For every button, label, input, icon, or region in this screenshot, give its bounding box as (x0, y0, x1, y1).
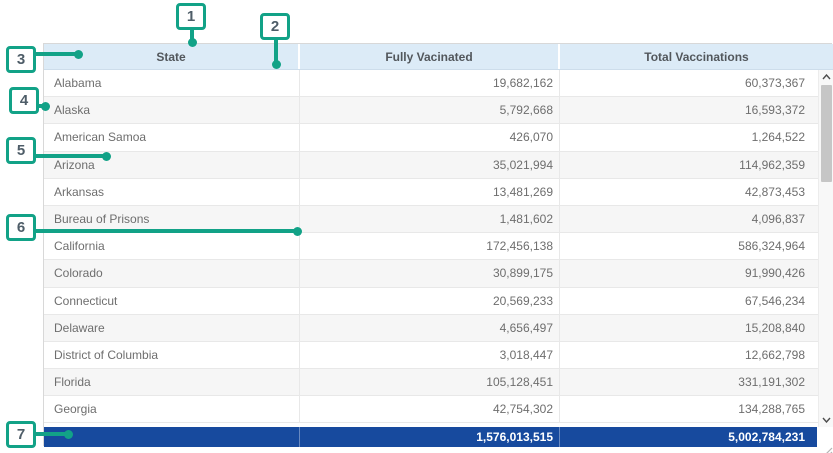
table-body: Alabama 19,682,162 60,373,367 Alaska 5,7… (44, 70, 833, 423)
table-row[interactable]: American Samoa 426,070 1,264,522 (44, 124, 833, 151)
state-cell: American Samoa (44, 124, 300, 150)
fully-vaccinated-cell: 105,128,451 (300, 369, 560, 395)
scrollbar-thumb[interactable] (821, 85, 832, 182)
table-row[interactable]: Georgia 42,754,302 134,288,765 (44, 396, 833, 423)
fully-vaccinated-cell: 35,021,994 (300, 152, 560, 178)
fully-vaccinated-cell: 42,754,302 (300, 396, 560, 422)
callout-4: 4 (9, 87, 39, 114)
fully-vaccinated-cell: 13,481,269 (300, 179, 560, 205)
resize-grip-icon[interactable] (824, 442, 833, 451)
callout-1-dot (188, 38, 197, 47)
state-cell: Arkansas (44, 179, 300, 205)
table-row[interactable]: Delaware 4,656,497 15,208,840 (44, 315, 833, 342)
table-row[interactable]: Arizona 35,021,994 114,962,359 (44, 152, 833, 179)
callout-6-dot (293, 227, 302, 236)
state-cell: Georgia (44, 396, 300, 422)
callout-2-dot (272, 60, 281, 69)
vaccination-table-screenshot: State Fully Vacinated Total Vaccinations… (0, 0, 833, 453)
total-vaccinations-cell: 16,593,372 (560, 97, 833, 123)
summary-state-cell (44, 427, 300, 447)
total-vaccinations-cell: 134,288,765 (560, 396, 833, 422)
callout-7-label: 7 (17, 426, 25, 443)
callout-3-stem (34, 52, 78, 56)
callout-2-label: 2 (271, 18, 279, 35)
state-cell: Alaska (44, 97, 300, 123)
state-cell: Connecticut (44, 288, 300, 314)
fully-vaccinated-cell: 20,569,233 (300, 288, 560, 314)
vertical-scrollbar[interactable] (818, 70, 833, 427)
state-cell: Colorado (44, 260, 300, 286)
scroll-down-button[interactable] (819, 413, 833, 427)
total-vaccinations-cell: 12,662,798 (560, 342, 833, 368)
table-header-row: State Fully Vacinated Total Vaccinations (44, 44, 833, 70)
total-vaccinations-cell: 1,264,522 (560, 124, 833, 150)
summary-total-row: 1,576,013,515 5,002,784,231 (44, 427, 817, 447)
state-cell: Alabama (44, 70, 300, 96)
state-cell: California (44, 233, 300, 259)
scroll-up-button[interactable] (819, 70, 833, 84)
table-row[interactable]: Alaska 5,792,668 16,593,372 (44, 97, 833, 124)
fully-vaccinated-cell: 1,481,602 (300, 206, 560, 232)
total-vaccinations-cell: 42,873,453 (560, 179, 833, 205)
callout-2: 2 (260, 13, 290, 40)
callout-6-stem (34, 229, 297, 233)
callout-7: 7 (6, 421, 36, 448)
table-row[interactable]: Connecticut 20,569,233 67,546,234 (44, 288, 833, 315)
total-vaccinations-cell: 114,962,359 (560, 152, 833, 178)
fully-vaccinated-cell: 19,682,162 (300, 70, 560, 96)
callout-6: 6 (6, 214, 36, 241)
chevron-up-icon (822, 74, 831, 80)
state-cell: Florida (44, 369, 300, 395)
summary-total-vaccinations-cell: 5,002,784,231 (560, 427, 817, 447)
total-vaccinations-cell: 67,546,234 (560, 288, 833, 314)
callout-5-stem (34, 154, 106, 158)
table-row[interactable]: Arkansas 13,481,269 42,873,453 (44, 179, 833, 206)
fully-vaccinated-cell: 426,070 (300, 124, 560, 150)
callout-7-dot (64, 430, 73, 439)
state-cell: District of Columbia (44, 342, 300, 368)
total-vaccinations-cell: 60,373,367 (560, 70, 833, 96)
callout-1-label: 1 (187, 8, 195, 25)
callout-4-dot (41, 102, 50, 111)
fully-vaccinated-cell: 5,792,668 (300, 97, 560, 123)
callout-5: 5 (6, 137, 36, 164)
callout-6-label: 6 (17, 219, 25, 236)
table-row[interactable]: District of Columbia 3,018,447 12,662,79… (44, 342, 833, 369)
column-header-total-vaccinations[interactable]: Total Vaccinations (560, 44, 833, 69)
table-row[interactable]: Alabama 19,682,162 60,373,367 (44, 70, 833, 97)
vaccination-table: State Fully Vacinated Total Vaccinations… (44, 44, 833, 447)
total-vaccinations-cell: 91,990,426 (560, 260, 833, 286)
callout-1: 1 (176, 3, 206, 30)
total-vaccinations-cell: 331,191,302 (560, 369, 833, 395)
total-vaccinations-cell: 15,208,840 (560, 315, 833, 341)
callout-7-stem (34, 432, 68, 436)
callout-3-label: 3 (17, 51, 25, 68)
state-cell: Delaware (44, 315, 300, 341)
callout-4-label: 4 (20, 92, 28, 109)
table-row[interactable]: Colorado 30,899,175 91,990,426 (44, 260, 833, 287)
fully-vaccinated-cell: 172,456,138 (300, 233, 560, 259)
fully-vaccinated-cell: 3,018,447 (300, 342, 560, 368)
callout-5-label: 5 (17, 142, 25, 159)
fully-vaccinated-cell: 4,656,497 (300, 315, 560, 341)
summary-fully-vaccinated-cell: 1,576,013,515 (300, 427, 560, 447)
total-vaccinations-cell: 586,324,964 (560, 233, 833, 259)
fully-vaccinated-cell: 30,899,175 (300, 260, 560, 286)
callout-3: 3 (6, 46, 36, 73)
column-header-fully-vaccinated[interactable]: Fully Vacinated (300, 44, 560, 69)
callout-3-dot (74, 50, 83, 59)
table-row[interactable]: Florida 105,128,451 331,191,302 (44, 369, 833, 396)
table-row[interactable]: California 172,456,138 586,324,964 (44, 233, 833, 260)
total-vaccinations-cell: 4,096,837 (560, 206, 833, 232)
chevron-down-icon (822, 417, 831, 423)
callout-5-dot (102, 152, 111, 161)
